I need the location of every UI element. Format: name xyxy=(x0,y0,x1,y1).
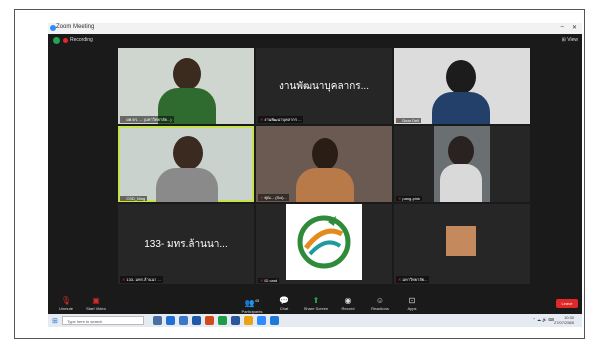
participant-name: ✕งานพัฒนาบุคลากร ... xyxy=(258,116,304,123)
task-view-icon[interactable] xyxy=(153,316,162,325)
participant-name: ✕ผศ.ดร. ... (มหาวิทยาลัย...) xyxy=(120,116,174,123)
apps-icon: ⊡ xyxy=(408,296,416,305)
participant-logo-image xyxy=(286,204,362,280)
participant-tile[interactable]: ✕ID card xyxy=(256,204,392,284)
word-icon[interactable] xyxy=(231,316,240,325)
view-button[interactable]: ⊞ View xyxy=(562,37,578,43)
title-bar: Zoom Meeting – ✕ xyxy=(48,23,582,34)
participants-icon: 👥45 xyxy=(244,298,260,308)
participant-tile[interactable]: ✕Dear Dell xyxy=(394,48,530,124)
chrome-icon[interactable] xyxy=(244,316,253,325)
document-frame: Zoom Meeting – ✕ Recording ⊞ View ✕ผศ.ดร… xyxy=(14,9,585,339)
record-button[interactable]: ◉ Record xyxy=(334,296,362,311)
video-off-icon: ▣ xyxy=(92,296,100,305)
leave-button[interactable]: Leave xyxy=(556,299,578,308)
taskbar-search-input[interactable]: Type here to search xyxy=(62,316,144,325)
participant-name: ✕CSD_Ning xyxy=(120,196,148,201)
participant-video xyxy=(312,138,338,170)
window-title: Zoom Meeting xyxy=(56,24,95,30)
participant-name: ✕133- มทร.ล้านนา ... xyxy=(120,276,163,283)
apps-button[interactable]: ⊡ Apps xyxy=(398,296,426,311)
participant-video xyxy=(173,58,201,90)
participant-tile-active-speaker[interactable]: ✕CSD_Ning xyxy=(118,126,254,202)
meeting-info-bar: Recording ⊞ View xyxy=(48,34,582,48)
microphone-muted-icon: 🎙 xyxy=(60,296,72,305)
explorer-icon[interactable] xyxy=(179,316,188,325)
participant-video xyxy=(173,136,203,170)
powerpoint-icon[interactable] xyxy=(205,316,214,325)
record-icon: ◉ xyxy=(344,296,352,305)
reactions-icon: ☺ xyxy=(375,296,385,305)
chat-button[interactable]: 💬 Chat xyxy=(270,296,298,311)
reactions-button[interactable]: ☺ Reactions xyxy=(366,296,394,311)
participant-name: ✕คุณ... (Sci)... xyxy=(258,194,289,201)
participant-body xyxy=(296,168,354,202)
participant-face xyxy=(448,136,474,166)
participant-display-name: 133- มทร.ล้านนา... xyxy=(144,238,228,250)
participant-tile[interactable]: ✕คุณ... (Sci)... xyxy=(256,126,392,202)
recording-label: Recording xyxy=(70,37,93,43)
participant-tile[interactable]: 133- มทร.ล้านนา... ✕133- มทร.ล้านนา ... xyxy=(118,204,254,284)
edge-icon[interactable] xyxy=(166,316,175,325)
participant-name: ✕Dear Dell xyxy=(396,118,422,123)
participant-tile[interactable]: ✕pang-pink xyxy=(394,126,530,202)
meeting-toolbar: 🎙 Unmute ▣ Start Video 👥45 Participants 💬 Ch… xyxy=(48,294,582,314)
participant-tile[interactable]: ✕ผศ.ดร. ... (มหาวิทยาลัย...) xyxy=(118,48,254,124)
share-screen-icon: ⬆ xyxy=(312,296,320,305)
taskbar-apps xyxy=(153,316,279,325)
participant-name: ✕pang-pink xyxy=(396,196,422,201)
windows-start-icon[interactable]: ⊞ xyxy=(52,317,58,325)
excel-icon[interactable] xyxy=(218,316,227,325)
participant-name: ✕ID card xyxy=(258,278,280,283)
participants-button[interactable]: 👥45 Participants xyxy=(238,296,266,314)
participant-tile[interactable]: ✕มหาวิทยาลัย... xyxy=(394,204,530,284)
participant-body xyxy=(156,168,218,202)
taskbar-clock[interactable]: 10:30 27/07/2565 xyxy=(554,315,574,325)
chat-icon: 💬 xyxy=(279,296,289,305)
outlook-icon[interactable] xyxy=(270,316,279,325)
minimize-button[interactable]: – xyxy=(561,24,564,30)
zoom-taskbar-icon[interactable] xyxy=(257,316,266,325)
participant-display-name: งานพัฒนาบุคลากร... xyxy=(279,80,369,92)
participant-video xyxy=(446,60,476,94)
zoom-window: Zoom Meeting – ✕ Recording ⊞ View ✕ผศ.ดร… xyxy=(48,23,582,327)
participant-name: ✕มหาวิทยาลัย... xyxy=(396,276,430,283)
windows-taskbar: ⊞ Type here to search ⌃ ☁ 🔊 ⌨ 10:30 27/0… xyxy=(48,314,582,327)
start-video-button[interactable]: ▣ Start Video xyxy=(82,296,110,311)
security-shield-icon[interactable] xyxy=(53,37,60,44)
system-tray[interactable]: ⌃ ☁ 🔊 ⌨ xyxy=(533,317,554,322)
share-screen-button[interactable]: ⬆ Share Screen xyxy=(302,296,330,311)
participant-body xyxy=(440,164,482,202)
store-icon[interactable] xyxy=(192,316,201,325)
participant-body xyxy=(432,92,490,124)
organization-logo-icon xyxy=(297,215,351,269)
participant-tile[interactable]: งานพัฒนาบุคลากร... ✕งานพัฒนาบุคลากร ... xyxy=(256,48,392,124)
recording-dot-icon xyxy=(63,38,68,43)
close-button[interactable]: ✕ xyxy=(572,24,577,31)
participant-video-thumbnail xyxy=(446,226,476,256)
mute-button[interactable]: 🎙 Unmute xyxy=(52,296,80,311)
clock-date: 27/07/2565 xyxy=(553,320,574,325)
video-grid: ✕ผศ.ดร. ... (มหาวิทยาลัย...) งานพัฒนาบุค… xyxy=(48,48,582,294)
